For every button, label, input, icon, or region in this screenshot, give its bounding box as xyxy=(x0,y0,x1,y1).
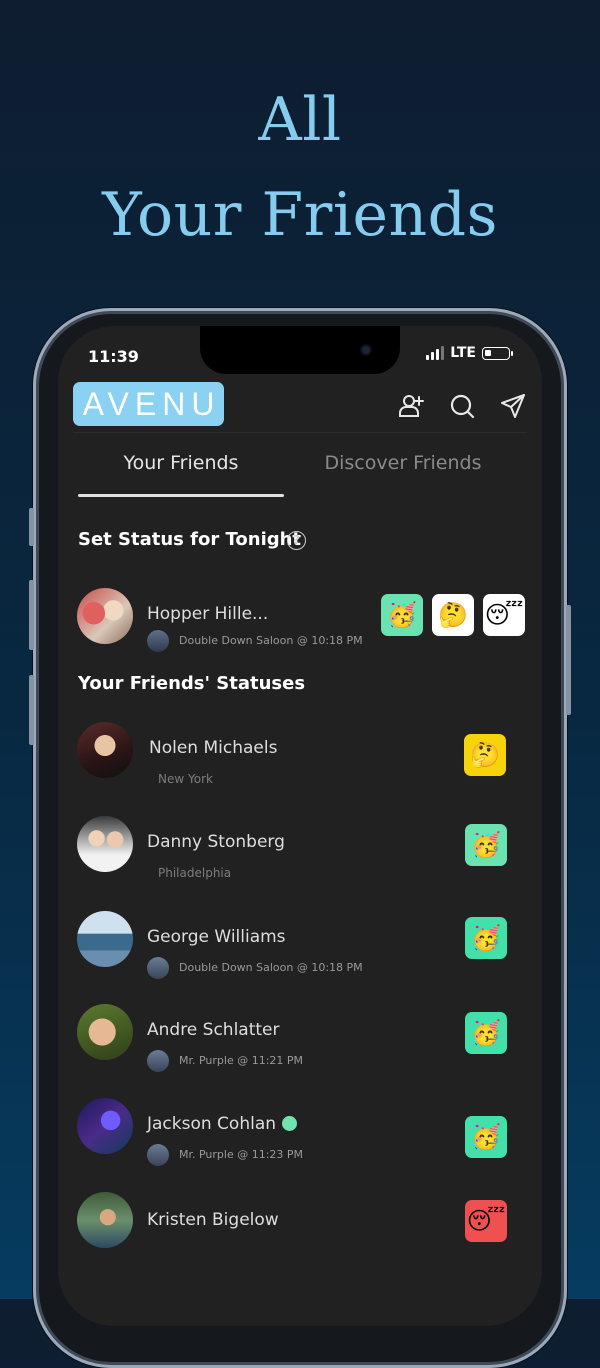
front-camera xyxy=(362,346,370,354)
status-emoji: 🥳 xyxy=(471,924,501,952)
search-icon[interactable] xyxy=(448,392,476,420)
friend-name: Danny Stonberg xyxy=(147,832,285,852)
friend-status-badge[interactable]: 🥳 xyxy=(465,1012,507,1054)
friend-name: George Williams xyxy=(147,927,286,947)
status-emoji: 🥳 xyxy=(471,831,501,859)
friend-status-badge[interactable]: 🥳 xyxy=(465,1116,507,1158)
friend-row[interactable]: Jackson Cohlan Mr. Purple @ 11:23 PM 🥳 xyxy=(58,1098,542,1178)
friend-venue: Double Down Saloon @ 10:18 PM xyxy=(179,961,363,974)
notch xyxy=(200,326,400,374)
status-emoji: 🥳 xyxy=(471,1019,501,1047)
tab-discover-friends[interactable]: Discover Friends xyxy=(308,452,498,474)
phone-volume-down-button xyxy=(29,675,34,745)
phone-volume-up-button xyxy=(29,580,34,650)
help-icon[interactable]: ? xyxy=(287,531,306,550)
friend-name: Kristen Bigelow xyxy=(147,1210,279,1230)
status-option-thinking[interactable]: 🤔 xyxy=(432,594,474,636)
signal-icon xyxy=(426,346,445,360)
phone-power-button xyxy=(566,605,571,715)
friend-location: Philadelphia xyxy=(158,866,232,880)
friend-status-badge[interactable]: 🥳 xyxy=(465,824,507,866)
friend-row[interactable]: Andre Schlatter Mr. Purple @ 11:21 PM 🥳 xyxy=(58,1004,542,1084)
friends-statuses-title: Your Friends' Statuses xyxy=(78,673,306,694)
friend-row[interactable]: Danny Stonberg Philadelphia 🥳 xyxy=(58,816,542,896)
my-venue: Double Down Saloon @ 10:18 PM xyxy=(179,634,363,647)
network-label: LTE xyxy=(450,345,476,361)
status-time: 11:39 xyxy=(88,347,139,366)
friend-avatar[interactable] xyxy=(77,816,133,872)
status-emoji: 🤔 xyxy=(470,741,500,769)
friend-status-badge[interactable]: 🥳 xyxy=(465,917,507,959)
my-avatar[interactable] xyxy=(77,588,133,644)
friend-avatar[interactable] xyxy=(77,911,133,967)
battery-icon xyxy=(482,346,513,360)
venue-thumbnail xyxy=(147,957,169,979)
friend-row[interactable]: Nolen Michaels New York 🤔 xyxy=(58,722,542,802)
friend-avatar[interactable] xyxy=(77,1098,133,1154)
online-indicator xyxy=(282,1116,297,1131)
friend-location: New York xyxy=(158,772,213,786)
friend-venue: Mr. Purple @ 11:21 PM xyxy=(179,1054,304,1067)
status-indicators: LTE xyxy=(426,345,513,361)
headline-line-1: All xyxy=(258,85,342,155)
friend-name: Nolen Michaels xyxy=(149,738,278,758)
status-option-sleepy[interactable]: 😴 xyxy=(483,594,525,636)
tab-your-friends[interactable]: Your Friends xyxy=(78,452,284,474)
my-status-row: Hopper Hille... Double Down Saloon @ 10:… xyxy=(58,584,542,654)
venue-thumbnail xyxy=(147,1144,169,1166)
friend-row[interactable]: George Williams Double Down Saloon @ 10:1… xyxy=(58,911,542,991)
status-emoji: 🥳 xyxy=(471,1123,501,1151)
headline-line-2: Your Friends xyxy=(102,180,498,250)
my-name: Hopper Hille... xyxy=(147,604,269,624)
friend-avatar[interactable] xyxy=(77,1004,133,1060)
send-icon[interactable] xyxy=(499,392,527,420)
venue-thumbnail xyxy=(147,1050,169,1072)
app-logo[interactable]: AVENU xyxy=(73,382,224,426)
friend-venue: Mr. Purple @ 11:23 PM xyxy=(179,1148,304,1161)
active-tab-indicator xyxy=(78,494,284,497)
friend-avatar[interactable] xyxy=(77,1192,133,1248)
friend-name: Andre Schlatter xyxy=(147,1020,280,1040)
status-option-party[interactable]: 🥳 xyxy=(381,594,423,636)
status-emoji: 😴 xyxy=(466,1207,506,1235)
app-screen: 11:39 LTE AVENU Your Friends Discover Fr… xyxy=(58,326,542,1326)
friend-status-badge[interactable]: 😴 xyxy=(465,1200,507,1242)
friend-status-badge[interactable]: 🤔 xyxy=(464,734,506,776)
set-status-title: Set Status for Tonight xyxy=(78,529,302,550)
friend-avatar[interactable] xyxy=(77,722,133,778)
venue-thumbnail xyxy=(147,630,169,652)
header-divider xyxy=(73,432,527,433)
friend-row[interactable]: Kristen Bigelow 😴 xyxy=(58,1192,542,1272)
phone-mute-switch xyxy=(29,508,34,546)
add-user-icon[interactable] xyxy=(397,392,425,420)
friend-name: Jackson Cohlan xyxy=(147,1114,277,1134)
